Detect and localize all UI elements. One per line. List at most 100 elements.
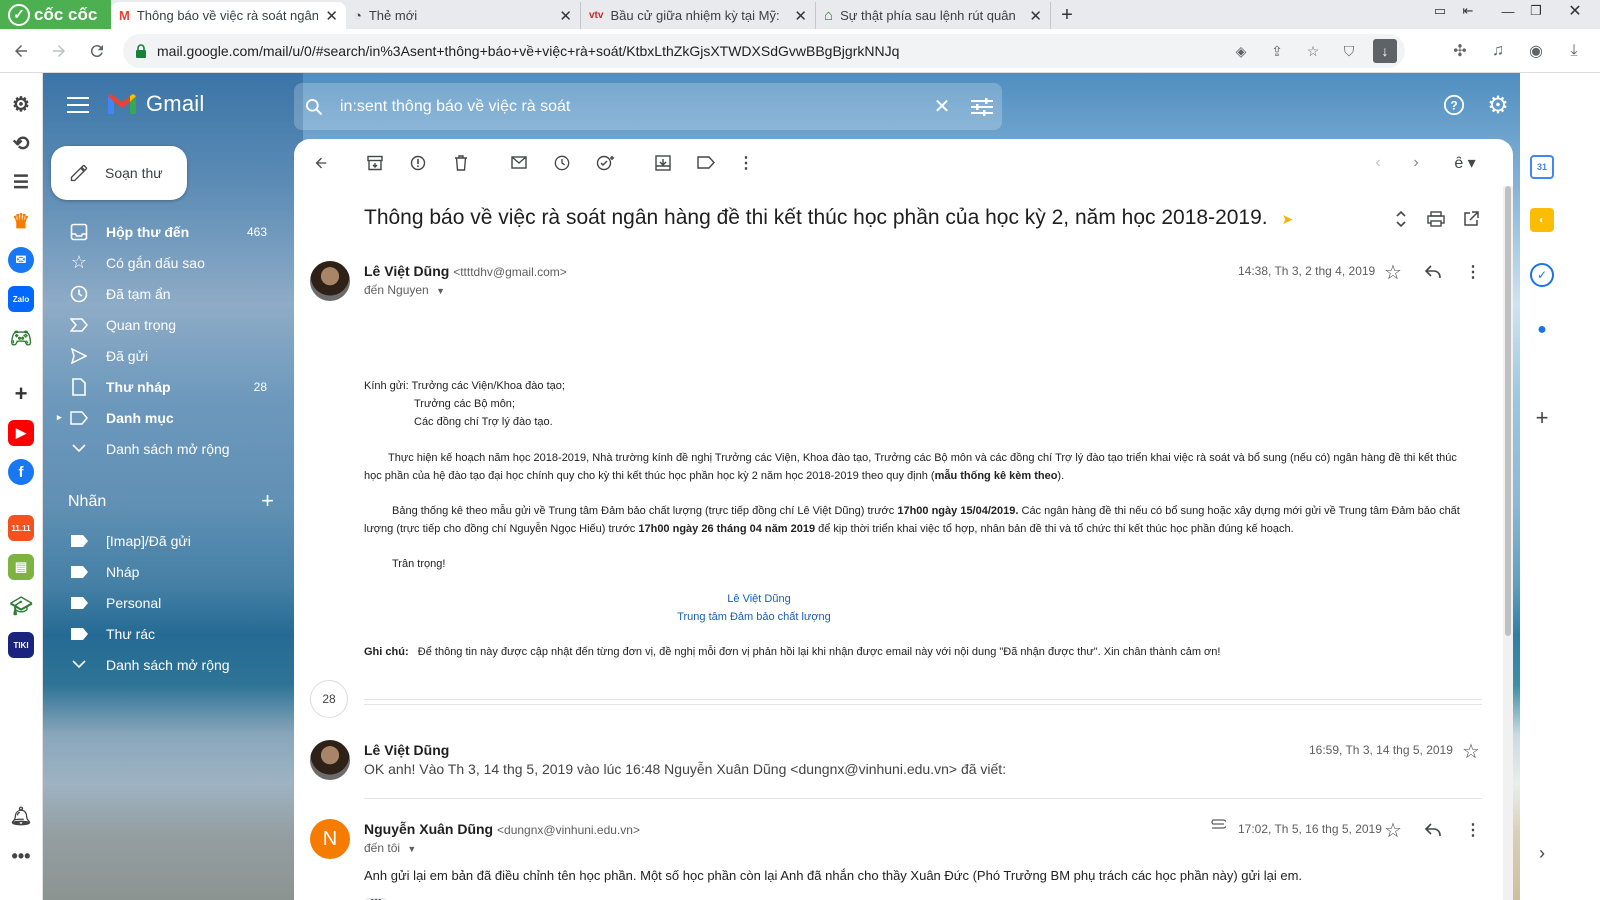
signature-org[interactable]: Trung tâm Đảm bảo chất lượng bbox=[677, 611, 831, 623]
older-icon[interactable]: › bbox=[1399, 146, 1433, 180]
sender-avatar[interactable] bbox=[310, 261, 350, 301]
facebook-icon[interactable]: f bbox=[8, 459, 34, 485]
more-icon[interactable]: ••• bbox=[8, 843, 34, 869]
new-tab-button[interactable]: + bbox=[1055, 3, 1079, 27]
nav-item-snoozed[interactable]: Đã tạm ẩn bbox=[43, 278, 283, 309]
close-icon[interactable]: ✕ bbox=[559, 7, 572, 25]
contacts-icon[interactable]: ● bbox=[1530, 318, 1554, 342]
reply-icon[interactable] bbox=[1416, 813, 1450, 847]
add-task-icon[interactable] bbox=[588, 146, 622, 180]
scrollbar[interactable] bbox=[1503, 186, 1513, 900]
open-new-window-icon[interactable] bbox=[1457, 205, 1485, 233]
sender-avatar[interactable]: N bbox=[310, 819, 350, 859]
compose-button[interactable]: Soạn thư bbox=[51, 146, 187, 200]
zalo-icon[interactable]: Zalo bbox=[8, 286, 34, 312]
more-vert-icon[interactable]: ⋮ bbox=[1456, 813, 1490, 847]
close-icon[interactable]: ✕ bbox=[325, 7, 338, 25]
expand-panel-icon[interactable]: › bbox=[1530, 841, 1554, 865]
list-icon[interactable]: ☰ bbox=[8, 169, 34, 195]
eye-icon[interactable]: ◈ bbox=[1229, 39, 1253, 63]
nav-item-categories[interactable]: ▸ Danh mục bbox=[43, 402, 283, 433]
star-icon[interactable]: ☆ bbox=[1454, 734, 1488, 768]
history-back-icon[interactable]: ⇤ bbox=[1454, 0, 1482, 22]
scrollbar-thumb[interactable] bbox=[1505, 186, 1511, 636]
sender-name[interactable]: Nguyễn Xuân Dũng <dungnx@vinhuni.edu.vn> bbox=[364, 821, 640, 837]
downloads-icon[interactable]: ⤓ bbox=[1560, 34, 1588, 68]
star-icon[interactable]: ☆ bbox=[1376, 813, 1410, 847]
snooze-icon[interactable] bbox=[545, 146, 579, 180]
sender-name[interactable]: Lê Việt Dũng bbox=[364, 742, 449, 758]
menu-icon[interactable] bbox=[63, 93, 93, 117]
restore-icon[interactable]: ❐ bbox=[1522, 0, 1550, 22]
window-close-icon[interactable]: ✕ bbox=[1550, 0, 1600, 22]
label-item[interactable]: [Imap]/Đã gửi bbox=[43, 525, 283, 556]
expand-arrow-icon[interactable]: ▸ bbox=[57, 412, 62, 423]
browser-logo[interactable]: ✓ cốc cốc bbox=[0, 0, 111, 29]
tiki-icon[interactable]: TIKI bbox=[8, 632, 34, 658]
messenger-icon[interactable]: ✉ bbox=[8, 247, 34, 273]
tab-article[interactable]: ⌂ Sự thật phía sau lệnh rút quân ✕ bbox=[816, 2, 1051, 29]
nav-item-more[interactable]: Danh sách mở rộng bbox=[43, 433, 283, 464]
settings-icon[interactable]: ⚙ bbox=[1480, 87, 1516, 123]
importance-marker-icon[interactable]: ➤ bbox=[1281, 211, 1293, 227]
collapsed-messages-button[interactable]: 28 bbox=[310, 680, 348, 718]
search-icon[interactable] bbox=[294, 87, 334, 127]
calendar-icon[interactable]: 31 bbox=[1530, 155, 1554, 179]
bell-icon[interactable]: 🔔︎ bbox=[8, 803, 34, 829]
input-tools-icon[interactable]: ȇ ▾ bbox=[1443, 146, 1487, 180]
clear-search-icon[interactable]: ✕ bbox=[922, 87, 962, 127]
minimize-icon[interactable]: — bbox=[1494, 0, 1522, 22]
tab-news[interactable]: vtv Bầu cử giữa nhiệm kỳ tại Mỹ: ✕ bbox=[581, 2, 816, 29]
reply-icon[interactable] bbox=[1416, 255, 1450, 289]
help-icon[interactable]: ? bbox=[1436, 87, 1472, 123]
download-icon[interactable]: ↓ bbox=[1373, 39, 1397, 63]
nav-item-sent[interactable]: Đã gửi bbox=[43, 340, 283, 371]
nav-item-drafts[interactable]: Thư nháp 28 bbox=[43, 371, 283, 402]
graduation-icon[interactable]: 🎓︎ bbox=[8, 593, 34, 619]
mark-unread-icon[interactable] bbox=[502, 146, 536, 180]
crown-icon[interactable]: ♛ bbox=[8, 208, 34, 234]
newer-icon[interactable]: ‹ bbox=[1361, 146, 1395, 180]
close-icon[interactable]: ✕ bbox=[1029, 7, 1042, 25]
label-item-more[interactable]: Danh sách mở rộng bbox=[43, 649, 283, 680]
nav-item-important[interactable]: Quan trọng bbox=[43, 309, 283, 340]
tasks-icon[interactable]: ✓ bbox=[1530, 263, 1554, 287]
star-icon[interactable]: ☆ bbox=[1376, 255, 1410, 289]
back-icon[interactable] bbox=[304, 146, 338, 180]
label-item[interactable]: Personal bbox=[43, 587, 283, 618]
move-to-icon[interactable] bbox=[646, 146, 680, 180]
back-arrow-icon[interactable] bbox=[4, 34, 38, 68]
label-item[interactable]: Nháp bbox=[43, 556, 283, 587]
search-input[interactable] bbox=[334, 97, 922, 116]
bookmark-star-icon[interactable]: ☆ bbox=[1301, 39, 1325, 63]
label-item[interactable]: Thư rác bbox=[43, 618, 283, 649]
close-icon[interactable]: ✕ bbox=[794, 7, 807, 25]
label-as-icon[interactable] bbox=[689, 146, 723, 180]
add-label-icon[interactable]: + bbox=[261, 490, 274, 512]
filter-options-icon[interactable] bbox=[962, 87, 1002, 127]
keep-icon[interactable]: ◐ bbox=[1530, 208, 1554, 232]
shopee-icon[interactable]: 11.11 bbox=[8, 515, 34, 541]
add-icon[interactable]: + bbox=[8, 381, 34, 407]
url-field[interactable]: mail.google.com/mail/u/0/#search/in%3Ase… bbox=[123, 34, 1405, 68]
delete-icon[interactable] bbox=[444, 146, 478, 180]
recipient-toggle[interactable]: đến Nguyen ▼ bbox=[364, 283, 445, 297]
tab-gmail[interactable]: M Thông báo về việc rà soát ngân hàng ✕ bbox=[111, 2, 346, 29]
sender-name[interactable]: Lê Việt Dũng <ttttdhv@gmail.com> bbox=[364, 263, 567, 279]
screenshot-icon[interactable]: ▭ bbox=[1426, 0, 1454, 22]
more-vert-icon[interactable]: ⋮ bbox=[729, 146, 763, 180]
tab-new[interactable]: ◔ Thẻ mới ✕ bbox=[346, 2, 581, 29]
youtube-icon[interactable]: ▶ bbox=[8, 420, 34, 446]
history-icon[interactable]: ⟲ bbox=[8, 130, 34, 156]
gear-icon[interactable]: ⚙ bbox=[8, 91, 34, 117]
more-vert-icon[interactable]: ⋮ bbox=[1456, 255, 1490, 289]
add-addon-icon[interactable]: + bbox=[1530, 405, 1554, 430]
share-icon[interactable]: ⇪ bbox=[1265, 39, 1289, 63]
forward-arrow-icon[interactable] bbox=[42, 34, 76, 68]
report-spam-icon[interactable] bbox=[401, 146, 435, 180]
shield-icon[interactable]: ⛉ bbox=[1337, 39, 1361, 63]
nav-item-starred[interactable]: ☆ Có gắn dấu sao bbox=[43, 247, 283, 278]
music-icon[interactable]: ♫ bbox=[1484, 34, 1512, 68]
clipboard-icon[interactable]: ▤ bbox=[8, 554, 34, 580]
signature-name[interactable]: Lê Việt Dũng bbox=[727, 593, 790, 605]
